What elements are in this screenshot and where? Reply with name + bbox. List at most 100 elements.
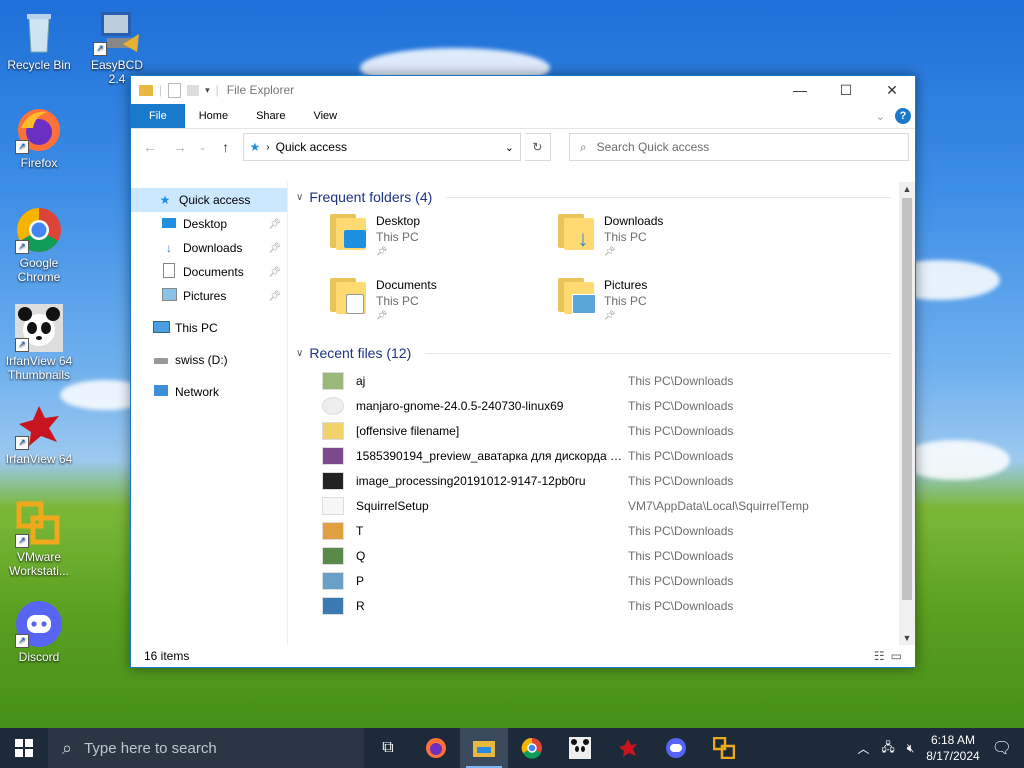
tab-home[interactable]: Home [185,104,242,128]
title-bar[interactable]: | ▾ | File Explorer — ☐ ✕ [131,76,915,104]
desktop-folder-icon [330,212,370,252]
nav-item-pictures[interactable]: Pictures 📌︎ [131,284,287,308]
quick-access-star-icon: ★ [159,193,171,207]
nav-label: swiss (D:) [175,353,228,367]
folder-tile[interactable]: Desktop This PC 📌︎ [330,212,558,270]
folder-tile[interactable]: ↓ Downloads This PC 📌︎ [558,212,786,270]
notifications-icon[interactable]: 🗨︎ [992,738,1012,758]
maximize-button[interactable]: ☐ [823,76,869,104]
volume-muted-icon[interactable]: 🔇︎ [907,741,915,756]
nav-item-downloads[interactable]: ↓ Downloads 📌︎ [131,236,287,260]
file-name: [offensive filename] [356,423,460,438]
list-item[interactable]: R This PC\Downloads [322,593,915,618]
nav-item-network[interactable]: Network [131,380,287,404]
vertical-scrollbar[interactable]: ▲ ▼ [899,182,915,645]
shortcut-arrow-icon: ↗ [15,240,29,254]
taskbar-search-box[interactable]: ⌕ Type here to search [48,728,364,768]
search-input[interactable]: ⌕ Search Quick access [568,133,910,161]
section-frequent-folders[interactable]: ∨ Frequent folders (4) [296,182,915,212]
list-item[interactable]: P This PC\Downloads [322,568,915,593]
folder-tile[interactable]: Documents This PC 📌︎ [330,276,558,334]
network-status-icon[interactable]: 🖧︎ [881,738,894,759]
list-item[interactable]: [offensive filename] This PC\Downloads [322,418,915,443]
address-bar[interactable]: ★ › Quick access ⌄ [242,133,521,161]
pin-icon: 📌︎ [376,310,388,320]
list-item[interactable]: SquirrelSetup VM7\AppData\Local\SquirrelT… [322,493,915,518]
desktop-icon-chrome[interactable]: ↗ Google Chrome [4,206,74,284]
details-view-icon[interactable]: ☷ [874,649,885,663]
up-button[interactable]: ↑ [213,139,239,155]
nav-label: Pictures [183,289,227,303]
section-header: Recent files (12) [309,345,412,361]
minimize-button[interactable]: — [777,76,823,104]
properties-icon[interactable] [168,82,182,98]
pin-icon: 📌︎ [268,290,281,302]
desktop-icon-label: Recycle Bin [7,58,71,72]
taskbar-chrome-icon[interactable] [508,728,556,768]
desktop-icon-vmware[interactable]: ↗ VMware Workstati... [4,500,74,578]
search-icon: ⌕ [62,737,73,758]
list-item[interactable]: 1585390194_preview_аватарка для дискорда… [322,443,915,468]
list-item[interactable]: aj This PC\Downloads [322,368,915,393]
taskbar-irfanview-icon[interactable] [604,728,652,768]
tab-view[interactable]: View [299,104,351,128]
nav-item-drive-d[interactable]: swiss (D:) [131,348,287,372]
list-item[interactable]: image_processing20191012-9147-12pb0ru Thi… [322,468,915,493]
nav-item-quick-access[interactable]: ★ Quick access [131,188,287,212]
expand-ribbon-icon[interactable]: ⌄ [876,110,885,123]
windows-logo-icon [15,739,33,757]
taskbar-irfanview-thumbnails-icon[interactable] [556,728,604,768]
desktop-icon-recycle-bin[interactable]: Recycle Bin [4,8,74,72]
desktop-icon-label: Firefox [20,156,58,170]
desktop-icon-firefox[interactable]: ↗ Firefox [4,106,74,170]
taskbar-firefox-icon[interactable] [412,728,460,768]
desktop-icon-irfanview-thumbnails[interactable]: ↗ IrfanView 64 Thumbnails [4,304,74,382]
list-item[interactable]: manjaro-gnome-24.0.5-240730-linux69 This … [322,393,915,418]
search-icon: ⌕ [579,139,587,154]
tab-file[interactable]: File [131,104,185,128]
forward-button[interactable]: → [167,139,193,155]
nav-item-documents[interactable]: Documents 📌︎ [131,260,287,284]
scroll-up-icon[interactable]: ▲ [899,184,915,194]
scroll-down-icon[interactable]: ▼ [899,633,915,643]
taskbar: ⌕ Type here to search ⧉ ︿ 🖧︎ 🔇︎ 6:18 AM … [0,728,1024,768]
customize-dropdown-icon[interactable]: ▾ [205,85,210,96]
section-recent-files[interactable]: ∨ Recent files (12) [296,338,915,368]
task-view-icon[interactable]: ⧉ [364,728,412,768]
nav-label: Desktop [183,217,228,231]
show-hidden-icons-chevron-icon[interactable]: ︿ [857,740,869,757]
start-button[interactable] [0,728,48,768]
scrollbar-thumb[interactable] [902,198,912,600]
folder-name: Desktop [376,214,421,228]
help-icon[interactable]: ? [895,108,911,124]
file-name: 1585390194_preview_аватарка для дискорда… [356,448,628,463]
recent-locations-icon[interactable]: ⌄ [197,142,209,153]
new-folder-icon[interactable] [187,84,200,96]
clock[interactable]: 6:18 AM 8/17/2024 [926,732,979,764]
nav-item-this-pc[interactable]: This PC [131,316,287,340]
folder-tile[interactable]: Pictures This PC 📌︎ [558,276,786,334]
documents-icon [161,263,177,281]
file-name: manjaro-gnome-24.0.5-240730-linux69 [356,398,564,413]
tab-share[interactable]: Share [242,104,299,128]
large-icons-view-icon[interactable]: ▭ [891,649,902,663]
desktop-icon-irfanview[interactable]: ↗ IrfanView 64 [4,402,74,466]
file-location: This PC\Downloads [628,398,734,413]
list-item[interactable]: Q This PC\Downloads [322,543,915,568]
desktop-icon-discord[interactable]: ↗ Discord [4,600,74,664]
list-item[interactable]: T This PC\Downloads [322,518,915,543]
refresh-button[interactable]: ↻ [525,133,551,161]
file-thumbnail-icon [322,571,344,590]
file-thumbnail-icon [322,496,344,515]
file-name: T [356,523,364,538]
close-button[interactable]: ✕ [869,76,915,104]
address-dropdown-icon[interactable]: ⌄ [505,141,514,154]
taskbar-vmware-icon[interactable] [700,728,748,768]
taskbar-discord-icon[interactable] [652,728,700,768]
back-button[interactable]: ← [137,139,163,155]
file-name: P [356,573,365,588]
file-explorer-window: | ▾ | File Explorer — ☐ ✕ File Home Shar… [130,75,916,668]
nav-item-desktop[interactable]: Desktop 📌︎ [131,212,287,236]
nav-label: Downloads [183,241,243,255]
taskbar-file-explorer-icon[interactable] [460,728,508,768]
